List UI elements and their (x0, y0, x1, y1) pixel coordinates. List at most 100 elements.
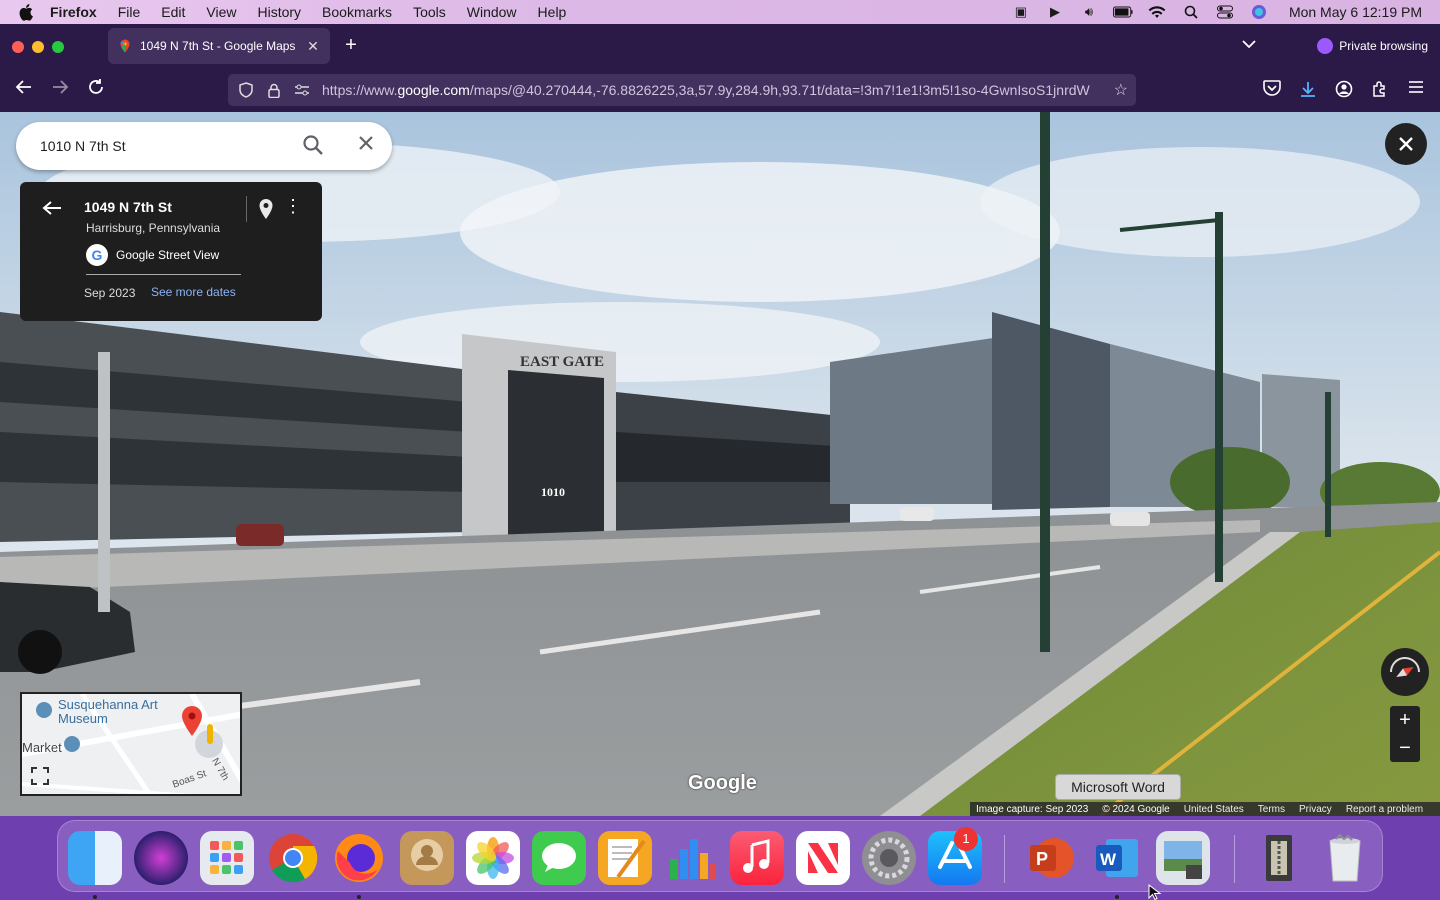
window-minimize-button[interactable] (32, 41, 44, 53)
private-browsing-label: Private browsing (1339, 39, 1428, 53)
menu-edit[interactable]: Edit (161, 4, 185, 20)
dock-divider-2 (1234, 835, 1235, 883)
google-maps-favicon-icon (120, 39, 130, 53)
wifi-icon[interactable] (1147, 4, 1167, 20)
image-capture-label: Image capture: Sep 2023 (976, 803, 1089, 815)
menu-bookmarks[interactable]: Bookmarks (322, 4, 392, 20)
siri-icon[interactable] (1249, 4, 1269, 20)
app-menu-icon[interactable] (1406, 80, 1426, 100)
svg-text:W: W (1100, 850, 1117, 869)
window-close-button[interactable] (12, 41, 24, 53)
menu-history[interactable]: History (257, 4, 301, 20)
menu-firefox[interactable]: Firefox (50, 4, 97, 20)
tab-google-maps[interactable]: 1049 N 7th St - Google Maps ✕ (108, 28, 330, 64)
url-text[interactable]: https://www.google.com/maps/@40.270444,-… (322, 82, 1104, 98)
compass-button[interactable] (1381, 648, 1429, 696)
translate-icon[interactable]: ▣ (1011, 4, 1031, 20)
list-all-tabs-icon[interactable] (1242, 36, 1256, 52)
maps-search-box[interactable]: 1010 N 7th St (16, 122, 392, 170)
menu-window[interactable]: Window (467, 4, 517, 20)
back-arrow-icon[interactable] (42, 200, 62, 221)
pages-icon[interactable] (598, 831, 652, 885)
tab-close-icon[interactable]: ✕ (304, 38, 322, 55)
report-problem-link[interactable]: Report a problem (1346, 804, 1423, 815)
new-tab-button[interactable]: + (342, 34, 360, 57)
trash-icon[interactable] (1318, 831, 1372, 885)
firefox-running-dot (357, 895, 361, 899)
menu-clock[interactable]: Mon May 6 12:19 PM (1289, 4, 1422, 20)
firefox-icon[interactable] (332, 831, 386, 885)
messages-icon[interactable] (532, 831, 586, 885)
menu-bar: Firefox File Edit View History Bookmarks… (0, 0, 1440, 24)
close-street-view-button[interactable] (1385, 123, 1427, 165)
terms-link[interactable]: Terms (1258, 804, 1285, 815)
zoom-in-button[interactable]: + (1390, 706, 1420, 734)
finder-icon[interactable] (68, 831, 122, 885)
map-pin-icon[interactable] (258, 198, 274, 225)
preview-icon[interactable] (1156, 831, 1210, 885)
finder-running-dot (93, 895, 97, 899)
numbers-icon[interactable] (664, 831, 718, 885)
dock-divider (1004, 835, 1005, 883)
menu-file[interactable]: File (118, 4, 141, 20)
word-running-dot (1115, 895, 1119, 899)
card-separator (86, 274, 241, 275)
svg-text:P: P (1036, 849, 1048, 869)
account-icon[interactable] (1334, 80, 1354, 100)
archive-utility-icon[interactable] (1252, 831, 1306, 885)
url-bar[interactable]: https://www.google.com/maps/@40.270444,-… (228, 74, 1136, 106)
permissions-icon[interactable] (292, 80, 312, 100)
contacts-icon[interactable] (400, 831, 454, 885)
search-icon[interactable] (302, 134, 326, 158)
volume-icon[interactable]: 🔊︎ (1079, 4, 1099, 20)
private-browsing-indicator: Private browsing (1317, 38, 1428, 54)
card-city: Harrisburg, Pennsylvania (86, 221, 221, 235)
desktop-background: P W 1 (0, 816, 1440, 900)
reload-button[interactable] (84, 78, 108, 102)
bookmark-star-icon[interactable]: ☆ (1114, 80, 1128, 100)
menu-tools[interactable]: Tools (413, 4, 446, 20)
forward-button[interactable] (48, 78, 72, 102)
menu-help[interactable]: Help (538, 4, 567, 20)
maps-footer: Image capture: Sep 2023 © 2024 Google Un… (970, 802, 1440, 816)
tracking-protection-icon[interactable] (236, 80, 256, 100)
menu-view[interactable]: View (206, 4, 236, 20)
siri-app-icon[interactable] (134, 831, 188, 885)
powerpoint-icon[interactable]: P (1024, 831, 1078, 885)
google-watermark: Google (688, 772, 757, 794)
country-link[interactable]: United States (1184, 804, 1244, 815)
word-icon[interactable]: W (1090, 831, 1144, 885)
card-divider (246, 196, 247, 222)
street-view-info-card: 1049 N 7th St Harrisburg, Pennsylvania ⋮… (20, 182, 322, 321)
music-icon[interactable] (730, 831, 784, 885)
photos-icon[interactable] (466, 831, 520, 885)
spotlight-icon[interactable] (1181, 4, 1201, 20)
extensions-icon[interactable] (1370, 80, 1390, 100)
more-options-icon[interactable]: ⋮ (284, 196, 302, 217)
apple-icon[interactable] (18, 3, 36, 21)
launchpad-icon[interactable] (200, 831, 254, 885)
clear-search-icon[interactable] (354, 134, 378, 158)
see-more-dates-link[interactable]: See more dates (151, 285, 236, 299)
play-icon[interactable]: ▶ (1045, 4, 1065, 20)
control-center-icon[interactable] (1215, 4, 1235, 20)
zoom-out-button[interactable]: − (1390, 734, 1420, 762)
private-mask-icon (1317, 38, 1334, 54)
privacy-link[interactable]: Privacy (1299, 804, 1332, 815)
system-settings-icon[interactable] (862, 831, 916, 885)
maps-search-input[interactable]: 1010 N 7th St (40, 138, 302, 154)
mini-map[interactable]: Susquehanna Art Museum Market N 7th Boas… (20, 692, 242, 796)
street-view-panorama[interactable]: EAST GATE 1010 1010 N 7th St 1049 N 7th … (0, 112, 1440, 816)
pocket-icon[interactable] (1262, 80, 1282, 100)
minimap-poi-label[interactable]: Susquehanna Art Museum (58, 698, 168, 726)
news-icon[interactable] (796, 831, 850, 885)
back-button[interactable] (12, 78, 36, 102)
downloads-icon[interactable] (1298, 80, 1318, 100)
building-sign-text: EAST GATE (520, 354, 604, 370)
building-number-text: 1010 (541, 485, 565, 499)
lock-icon[interactable] (264, 80, 284, 100)
chrome-icon[interactable] (266, 831, 320, 885)
window-zoom-button[interactable] (52, 41, 64, 53)
expand-map-icon[interactable] (30, 766, 52, 788)
battery-icon[interactable] (1112, 4, 1133, 20)
